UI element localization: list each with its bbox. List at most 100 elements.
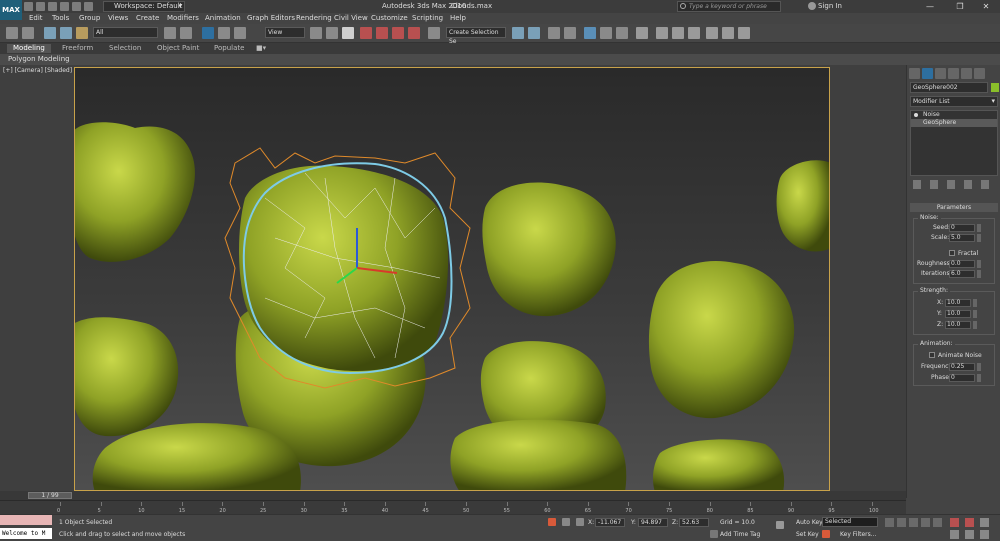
tab-object-paint[interactable]: Object Paint xyxy=(151,44,205,53)
cloud-blob[interactable] xyxy=(75,317,179,437)
menu-create[interactable]: Create xyxy=(136,14,159,22)
render-in-cloud-icon[interactable] xyxy=(722,27,734,39)
previous-frame-icon[interactable] xyxy=(897,518,906,527)
create-tab-icon[interactable] xyxy=(909,68,920,79)
menu-rendering[interactable]: Rendering xyxy=(296,14,332,22)
cloud-blob[interactable] xyxy=(482,182,616,317)
cloud-blob[interactable] xyxy=(776,160,830,252)
redo-icon[interactable] xyxy=(72,2,81,11)
display-tab-icon[interactable] xyxy=(961,68,972,79)
parameters-rollout[interactable]: Parameters xyxy=(910,203,998,212)
menu-tools[interactable]: Tools xyxy=(52,14,69,22)
select-and-rotate-icon[interactable] xyxy=(218,27,230,39)
bind-spacewarp-icon[interactable] xyxy=(76,27,88,39)
selection-lock-icon[interactable] xyxy=(562,518,570,526)
go-to-start-icon[interactable] xyxy=(885,518,894,527)
menu-customize[interactable]: Customize xyxy=(371,14,408,22)
scale-input[interactable]: 5.0 xyxy=(949,234,975,242)
y-coord-input[interactable]: 94.897 xyxy=(638,518,668,527)
utilities-tab-icon[interactable] xyxy=(974,68,985,79)
key-icon[interactable] xyxy=(776,521,784,529)
link-icon[interactable] xyxy=(44,27,56,39)
render-iterative-icon[interactable] xyxy=(706,27,718,39)
seed-spinner[interactable] xyxy=(977,224,981,232)
cloud-blob[interactable] xyxy=(648,261,795,419)
layer-explorer-icon[interactable] xyxy=(564,27,576,39)
menu-modifiers[interactable]: Modifiers xyxy=(167,14,199,22)
object-name-field[interactable]: GeoSphere002 xyxy=(910,82,988,93)
x-coord-input[interactable]: -11.067 xyxy=(595,518,625,527)
configure-modifier-sets-icon[interactable] xyxy=(981,180,989,189)
mirror-icon[interactable] xyxy=(512,27,524,39)
project-folder-icon[interactable] xyxy=(84,2,93,11)
menu-edit[interactable]: Edit xyxy=(29,14,43,22)
named-selection-dropdown[interactable]: Create Selection Se xyxy=(446,27,506,45)
zoom-extents-icon[interactable] xyxy=(980,518,989,527)
undo-icon[interactable] xyxy=(6,27,18,39)
show-end-result-icon[interactable] xyxy=(930,180,938,189)
pan-icon[interactable] xyxy=(965,530,974,539)
time-slider[interactable]: 1 / 99 xyxy=(28,492,72,499)
seed-input[interactable]: 0 xyxy=(949,224,975,232)
material-editor-icon[interactable] xyxy=(636,27,648,39)
selection-filter-dropdown[interactable]: All xyxy=(93,27,158,38)
key-mode-dropdown[interactable]: Selected xyxy=(822,517,878,527)
strength-z-input[interactable]: 10.0 xyxy=(945,321,971,329)
stack-item-geosphere[interactable]: GeoSphere xyxy=(911,119,997,127)
spinner-snap-icon[interactable] xyxy=(408,27,420,39)
menu-group[interactable]: Group xyxy=(79,14,100,22)
select-by-name-icon[interactable] xyxy=(180,27,192,39)
time-slider-track[interactable] xyxy=(0,491,906,500)
maximize-button[interactable]: ❐ xyxy=(946,0,974,13)
roughness-spinner[interactable] xyxy=(977,260,981,268)
frequency-spinner[interactable] xyxy=(977,363,981,371)
snaps-toggle-icon[interactable] xyxy=(360,27,372,39)
graphite-ribbon-icon[interactable] xyxy=(584,27,596,39)
edit-named-selection-icon[interactable] xyxy=(428,27,440,39)
align-icon[interactable] xyxy=(528,27,540,39)
pivot-center-icon[interactable] xyxy=(310,27,322,39)
modify-tab-icon[interactable] xyxy=(922,68,933,79)
strength-x-spinner[interactable] xyxy=(973,299,977,307)
search-input[interactable]: Type a keyword or phrase xyxy=(677,1,781,12)
render-production-icon[interactable] xyxy=(688,27,700,39)
next-frame-icon[interactable] xyxy=(921,518,930,527)
fractal-checkbox[interactable] xyxy=(949,250,955,256)
go-to-end-icon[interactable] xyxy=(933,518,942,527)
modifier-list-dropdown[interactable]: Modifier List xyxy=(910,96,998,107)
cloud-blob[interactable] xyxy=(75,122,195,262)
cloud-blob[interactable] xyxy=(450,419,627,491)
minimize-button[interactable]: — xyxy=(916,0,944,13)
open-file-icon[interactable] xyxy=(36,2,45,11)
auto-key-button[interactable]: Auto Key xyxy=(796,519,823,526)
roughness-input[interactable]: 0.0 xyxy=(949,260,975,268)
transform-mode-icon[interactable] xyxy=(576,518,584,526)
iterations-spinner[interactable] xyxy=(977,270,981,278)
zoom-all-icon[interactable] xyxy=(965,518,974,527)
menu-scripting[interactable]: Scripting xyxy=(412,14,443,22)
menu-civil-view[interactable]: Civil View xyxy=(334,14,368,22)
schematic-view-icon[interactable] xyxy=(616,27,628,39)
curve-editor-icon[interactable] xyxy=(600,27,612,39)
pin-stack-icon[interactable] xyxy=(913,180,921,189)
make-unique-icon[interactable] xyxy=(947,180,955,189)
animate-noise-checkbox[interactable] xyxy=(929,352,935,358)
redo-icon[interactable] xyxy=(22,27,34,39)
phase-input[interactable]: 0 xyxy=(949,374,975,382)
tab-modeling[interactable]: Modeling xyxy=(7,44,51,53)
percent-snap-icon[interactable] xyxy=(392,27,404,39)
menu-views[interactable]: Views xyxy=(108,14,128,22)
a360-gallery-icon[interactable] xyxy=(738,27,750,39)
strength-x-input[interactable]: 10.0 xyxy=(945,299,971,307)
angle-snap-icon[interactable] xyxy=(376,27,388,39)
app-logo[interactable]: MAX xyxy=(0,0,22,20)
ribbon-options-icon[interactable]: ■▾ xyxy=(250,44,272,53)
tab-populate[interactable]: Populate xyxy=(208,44,250,53)
tab-freeform[interactable]: Freeform xyxy=(56,44,99,53)
orbit-icon[interactable] xyxy=(980,530,989,539)
stack-item-noise[interactable]: Noise xyxy=(911,111,997,119)
add-time-tag-button[interactable]: Add Time Tag xyxy=(720,531,760,538)
select-and-scale-icon[interactable] xyxy=(234,27,246,39)
maxscript-listener-top[interactable] xyxy=(0,515,52,525)
frequency-input[interactable]: 0.25 xyxy=(949,363,975,371)
